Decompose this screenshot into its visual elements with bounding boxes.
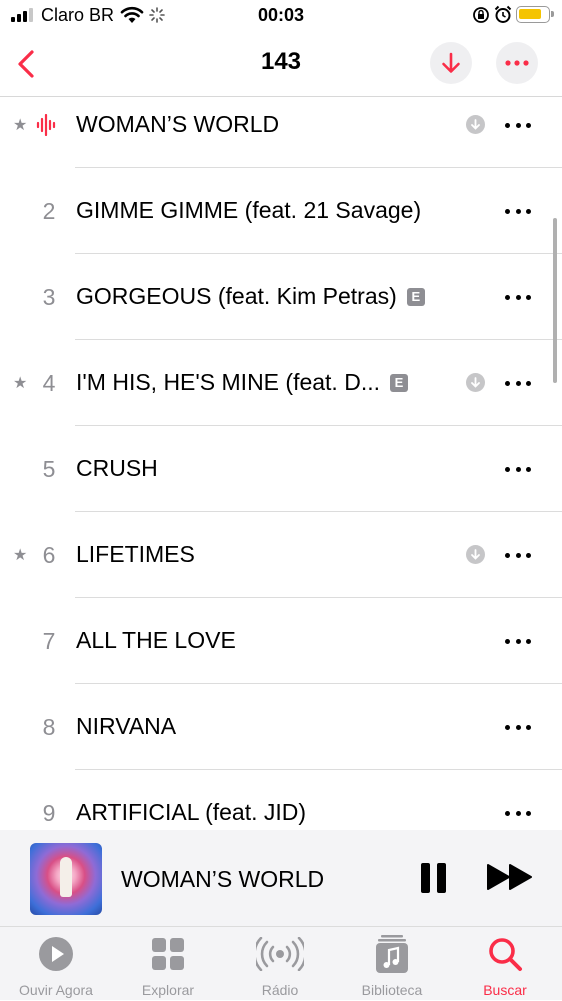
- tab-bar: Ouvir Agora Explorar Rádio Biblioteca Bu…: [0, 926, 562, 1000]
- track-title-text[interactable]: ALL THE LOVE: [76, 627, 236, 653]
- tab-label: Ouvir Agora: [19, 982, 93, 998]
- battery-icon: [516, 6, 554, 23]
- scrollbar[interactable]: [553, 218, 557, 383]
- track-more-button[interactable]: [505, 631, 531, 651]
- track-title-text[interactable]: CRUSH: [76, 455, 158, 481]
- track-row[interactable]: 7 ALL THE LOVE: [0, 598, 562, 684]
- album-artwork[interactable]: [30, 843, 102, 915]
- track-number: 4: [42, 370, 56, 396]
- track-title[interactable]: ALL THE LOVE: [76, 627, 236, 654]
- mini-player[interactable]: WOMAN’S WORLD: [0, 830, 562, 926]
- tab-label: Buscar: [483, 982, 527, 998]
- tab-label: Biblioteca: [361, 982, 423, 998]
- tab-radio[interactable]: Rádio: [224, 927, 336, 1001]
- track-row[interactable]: 2 GIMME GIMME (feat. 21 Savage): [0, 168, 562, 254]
- explicit-badge: E: [390, 374, 408, 392]
- radio-waves-icon: [256, 937, 304, 971]
- track-number: 7: [42, 628, 56, 654]
- track-title[interactable]: I'M HIS, HE'S MINE (feat. D... E: [76, 369, 408, 396]
- tab-explorar[interactable]: Explorar: [112, 927, 224, 1001]
- favorite-star-icon: ★: [13, 547, 28, 564]
- track-more-button[interactable]: [505, 545, 531, 565]
- track-more-button[interactable]: [505, 459, 531, 479]
- track-row[interactable]: 5 CRUSH: [0, 426, 562, 512]
- track-title[interactable]: GIMME GIMME (feat. 21 Savage): [76, 197, 421, 224]
- page-title: 143: [260, 48, 302, 75]
- favorite-star-icon: ★: [13, 375, 28, 392]
- track-title-text[interactable]: WOMAN’S WORLD: [76, 111, 279, 137]
- pause-icon: [420, 863, 430, 893]
- track-row[interactable]: 8 NIRVANA: [0, 684, 562, 770]
- status-bar: Claro BR 00:03: [0, 0, 562, 32]
- ellipsis-icon: [505, 60, 529, 66]
- track-row[interactable]: 3 GORGEOUS (feat. Kim Petras) E: [0, 254, 562, 340]
- grid-icon: [152, 938, 184, 970]
- now-playing-waveform-icon: [36, 114, 56, 136]
- tab-label: Explorar: [141, 982, 195, 998]
- tab-ouvir-agora[interactable]: Ouvir Agora: [0, 927, 112, 1001]
- pause-button[interactable]: [416, 861, 450, 895]
- now-playing-title[interactable]: WOMAN’S WORLD: [121, 866, 324, 893]
- alarm-icon: [494, 5, 512, 23]
- track-number: 3: [42, 284, 56, 310]
- track-more-button[interactable]: [505, 717, 531, 737]
- more-options-button[interactable]: [496, 42, 538, 84]
- navigation-bar: 143: [0, 32, 562, 96]
- track-title[interactable]: WOMAN’S WORLD: [76, 111, 279, 138]
- downloaded-icon: [466, 373, 485, 392]
- track-title-text[interactable]: I'M HIS, HE'S MINE (feat. D...: [76, 369, 380, 395]
- track-row[interactable]: ★ 4 I'M HIS, HE'S MINE (feat. D... E: [0, 340, 562, 426]
- tab-biblioteca[interactable]: Biblioteca: [336, 927, 448, 1001]
- track-title-text[interactable]: ARTIFICIAL (feat. JID): [76, 799, 306, 825]
- tab-buscar[interactable]: Buscar: [449, 927, 561, 1001]
- track-title-text[interactable]: GIMME GIMME (feat. 21 Savage): [76, 197, 421, 223]
- track-title-text[interactable]: LIFETIMES: [76, 541, 195, 567]
- track-number: 9: [42, 800, 56, 826]
- downloaded-icon: [466, 115, 485, 134]
- download-button[interactable]: [430, 42, 472, 84]
- downloaded-icon: [466, 545, 485, 564]
- track-title[interactable]: CRUSH: [76, 455, 158, 482]
- track-title[interactable]: GORGEOUS (feat. Kim Petras) E: [76, 283, 425, 310]
- track-title-text[interactable]: NIRVANA: [76, 713, 176, 739]
- track-number: 2: [42, 198, 56, 224]
- track-number: 6: [42, 542, 56, 568]
- track-more-button[interactable]: [505, 201, 531, 221]
- track-list[interactable]: ★ WOMAN’S WORLD 2 GIMME GIMME (feat. 21 S…: [0, 97, 562, 830]
- fast-forward-button[interactable]: [486, 862, 534, 892]
- track-title[interactable]: LIFETIMES: [76, 541, 195, 568]
- track-more-button[interactable]: [505, 287, 531, 307]
- track-row[interactable]: ★ WOMAN’S WORLD: [0, 97, 562, 168]
- track-title[interactable]: NIRVANA: [76, 713, 176, 740]
- track-more-button[interactable]: [505, 803, 531, 823]
- favorite-star-icon: ★: [13, 117, 28, 134]
- track-number: 8: [42, 714, 56, 740]
- track-title-text[interactable]: GORGEOUS (feat. Kim Petras): [76, 283, 397, 309]
- track-number: 5: [42, 456, 56, 482]
- track-more-button[interactable]: [505, 373, 531, 393]
- explicit-badge: E: [406, 288, 425, 306]
- orientation-lock-icon: [473, 7, 489, 23]
- arrow-down-icon: [442, 52, 460, 73]
- tab-label: Rádio: [261, 982, 299, 998]
- play-circle-icon: [39, 937, 73, 971]
- track-row[interactable]: ★ 6 LIFETIMES: [0, 512, 562, 598]
- track-more-button[interactable]: [505, 115, 531, 135]
- search-icon: [489, 938, 522, 971]
- music-library-icon: [376, 935, 408, 973]
- track-row[interactable]: 9 ARTIFICIAL (feat. JID): [0, 770, 562, 830]
- track-title[interactable]: ARTIFICIAL (feat. JID): [76, 799, 306, 826]
